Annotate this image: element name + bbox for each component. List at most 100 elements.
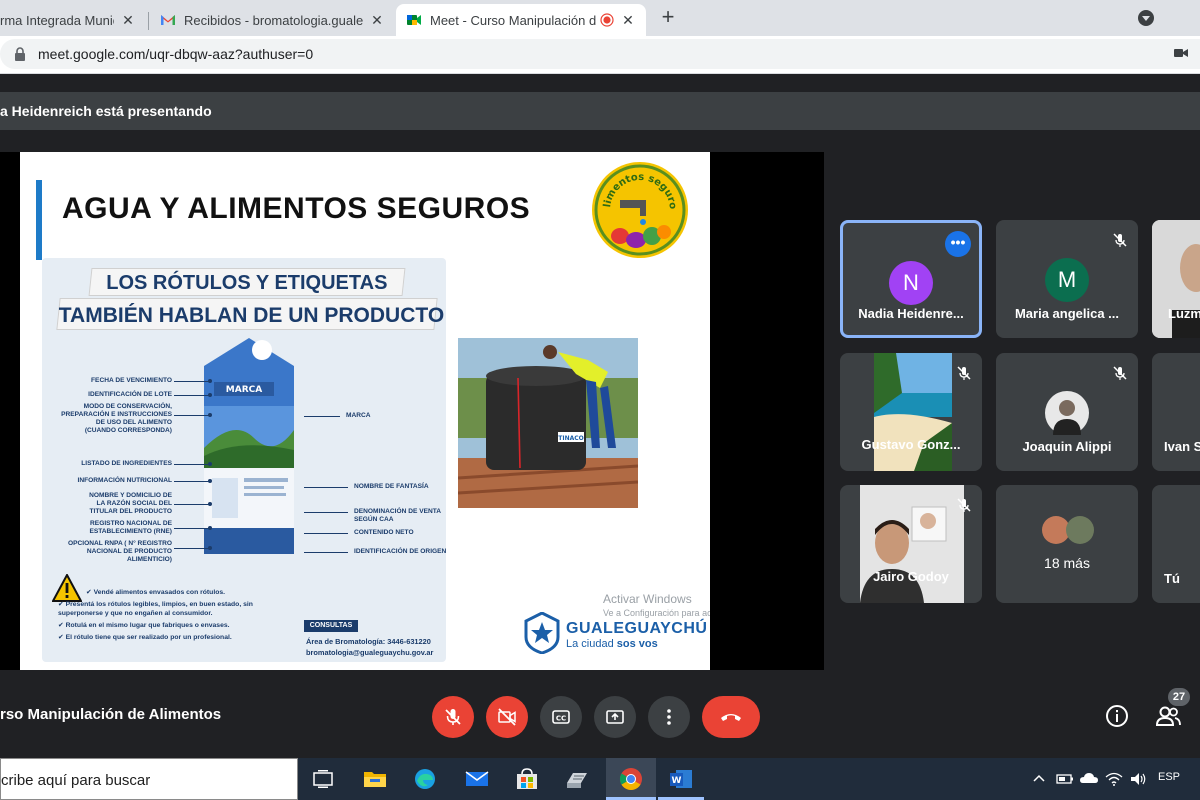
tab-gmail[interactable]: Recibidos - bromatologia.gualeg ✕ bbox=[150, 4, 395, 36]
lock-icon[interactable] bbox=[14, 47, 26, 61]
present-now-button[interactable] bbox=[594, 696, 636, 738]
battery-icon[interactable] bbox=[1055, 767, 1075, 791]
address-bar[interactable]: meet.google.com/uqr-dbqw-aaz?authuser=0 bbox=[0, 39, 1200, 69]
leader-line bbox=[174, 481, 210, 482]
chrome-icon[interactable] bbox=[618, 767, 644, 791]
browser-tab-strip: rma Integrada Munici ✕ Recibidos - broma… bbox=[0, 0, 1200, 36]
file-explorer-icon[interactable] bbox=[362, 767, 388, 791]
label-rnpa-2: NACIONAL DE PRODUCTO bbox=[86, 548, 172, 555]
microphone-toggle-button[interactable] bbox=[432, 696, 474, 738]
consultas-email: bromatologia@gualeguaychu.gov.ar bbox=[306, 648, 434, 657]
tab-search-icon[interactable] bbox=[1138, 10, 1154, 26]
label-rne: REGISTRO NACIONAL DE bbox=[90, 520, 172, 527]
tank-brand: TINACO bbox=[558, 435, 584, 442]
participant-tile-luzm[interactable]: Luzm bbox=[1152, 220, 1200, 338]
close-icon[interactable]: ✕ bbox=[120, 12, 136, 29]
search-placeholder: cribe aquí para buscar bbox=[1, 772, 151, 789]
closed-captions-icon: CC bbox=[552, 710, 570, 724]
label-nutricional: INFORMACIÓN NUTRICIONAL bbox=[77, 477, 172, 484]
participant-tile-joaquin[interactable]: Joaquin Alippi bbox=[996, 353, 1138, 471]
svg-text:CC: CC bbox=[556, 715, 566, 723]
more-options-button[interactable] bbox=[648, 696, 690, 738]
label-conservacion-2: PREPARACIÓN E INSTRUCCIONES bbox=[61, 411, 172, 418]
activate-windows-watermark: Activar Windows bbox=[603, 592, 692, 606]
hang-up-icon bbox=[721, 714, 741, 721]
more-participants-label: 18 más bbox=[1044, 555, 1090, 571]
leader-dot bbox=[208, 462, 212, 466]
leader-line bbox=[174, 504, 210, 505]
participant-tile-self[interactable]: Tú bbox=[1152, 485, 1200, 603]
present-screen-icon bbox=[606, 710, 624, 724]
label-marca: MARCA bbox=[346, 412, 371, 419]
word-icon[interactable]: W bbox=[668, 767, 694, 791]
people-icon[interactable] bbox=[1154, 702, 1182, 730]
participant-tile-jairo[interactable]: Jairo Godoy bbox=[840, 485, 982, 603]
leave-call-button[interactable] bbox=[702, 696, 760, 738]
leader-line bbox=[174, 548, 210, 549]
screen: rma Integrada Munici ✕ Recibidos - broma… bbox=[0, 0, 1200, 800]
camera-toggle-button[interactable] bbox=[486, 696, 528, 738]
leader-dot bbox=[208, 546, 212, 550]
leader-line bbox=[174, 395, 210, 396]
leader-line bbox=[304, 552, 348, 553]
slide-accent-bar bbox=[36, 180, 42, 260]
leader-line bbox=[174, 415, 210, 416]
leader-line bbox=[174, 528, 210, 529]
meet-icon bbox=[407, 15, 421, 25]
edge-icon[interactable] bbox=[412, 767, 438, 791]
taskbar-search-box[interactable]: cribe aquí para buscar bbox=[0, 758, 298, 800]
input-language[interactable]: ESP bbox=[1158, 771, 1180, 783]
participant-tile-gustavo[interactable]: Gustavo Gonz... bbox=[840, 353, 982, 471]
municipality-tagline: La ciudad sos vos bbox=[566, 638, 658, 650]
task-view-icon[interactable] bbox=[310, 767, 336, 791]
more-options-icon[interactable]: ••• bbox=[945, 231, 971, 257]
presentation-slide: AGUA Y ALIMENTOS SEGUROS Alimentos segur… bbox=[20, 152, 710, 670]
participant-tile-nadia[interactable]: ••• N Nadia Heidenre... bbox=[840, 220, 982, 338]
volume-icon[interactable] bbox=[1128, 767, 1148, 791]
tab-meet[interactable]: Meet - Curso Manipulación d ✕ bbox=[396, 4, 646, 36]
svg-text:W: W bbox=[672, 776, 682, 786]
label-lote: IDENTIFICACIÓN DE LOTE bbox=[88, 391, 172, 398]
gualeguaychu-logo bbox=[524, 612, 560, 654]
close-icon[interactable]: ✕ bbox=[369, 12, 385, 29]
participant-tile-more[interactable]: 18 más bbox=[996, 485, 1138, 603]
leader-dot bbox=[208, 393, 212, 397]
mic-off-icon bbox=[957, 366, 971, 380]
url-text[interactable]: meet.google.com/uqr-dbqw-aaz?authuser=0 bbox=[38, 46, 313, 62]
mail-icon[interactable] bbox=[464, 767, 490, 791]
participant-name: Tú bbox=[1164, 571, 1180, 586]
wifi-icon[interactable] bbox=[1104, 767, 1124, 791]
tab-portal[interactable]: rma Integrada Munici ✕ bbox=[0, 4, 146, 36]
camera-in-use-icon[interactable] bbox=[1174, 47, 1188, 59]
infographic-banner-bottom: TAMBIÉN HABLAN DE UN PRODUCTO bbox=[56, 298, 444, 330]
bullet-item: ✔ Vendé alimentos envasados con rótulos. bbox=[86, 589, 226, 596]
tab-title: Recibidos - bromatologia.gualeg bbox=[184, 12, 363, 28]
label-conservacion-4: (CUANDO CORRESPONDA) bbox=[84, 427, 172, 434]
new-tab-button[interactable]: + bbox=[656, 6, 680, 30]
more-vert-icon bbox=[667, 709, 671, 725]
banner-text: LOS RÓTULOS Y ETIQUETAS bbox=[106, 272, 388, 294]
overflow-avatars bbox=[1042, 516, 1094, 544]
leader-dot bbox=[208, 526, 212, 530]
activate-windows-hint: Ve a Configuración para activar Windows. bbox=[603, 608, 710, 618]
mic-off-icon bbox=[957, 498, 971, 512]
scanner-icon[interactable] bbox=[564, 767, 590, 791]
tab-title: Meet - Curso Manipulación d bbox=[430, 12, 596, 28]
meeting-details-icon[interactable] bbox=[1105, 704, 1129, 728]
label-ingredientes: LISTADO DE INGREDIENTES bbox=[81, 460, 172, 467]
close-icon[interactable]: ✕ bbox=[620, 12, 636, 29]
participant-tile-maria[interactable]: M Maria angelica ... bbox=[996, 220, 1138, 338]
beach-profile-image bbox=[874, 353, 952, 471]
label-infographic: LOS RÓTULOS Y ETIQUETAS TAMBIÉN HABLAN D… bbox=[42, 258, 446, 662]
store-icon[interactable] bbox=[514, 767, 540, 791]
participant-name: Joaquin Alippi bbox=[1022, 439, 1112, 454]
label-razon-social: NOMBRE Y DOMICILIO DE bbox=[89, 492, 172, 499]
avatar: N bbox=[889, 261, 933, 305]
chevron-up-icon[interactable] bbox=[1030, 767, 1048, 791]
participant-name: Luzm bbox=[1168, 306, 1200, 321]
captions-button[interactable]: CC bbox=[540, 696, 582, 738]
leader-line bbox=[174, 464, 210, 465]
participant-tile-ivan[interactable]: Ivan S bbox=[1152, 353, 1200, 471]
participant-name: Gustavo Gonz... bbox=[861, 437, 961, 452]
onedrive-icon[interactable] bbox=[1079, 767, 1099, 791]
